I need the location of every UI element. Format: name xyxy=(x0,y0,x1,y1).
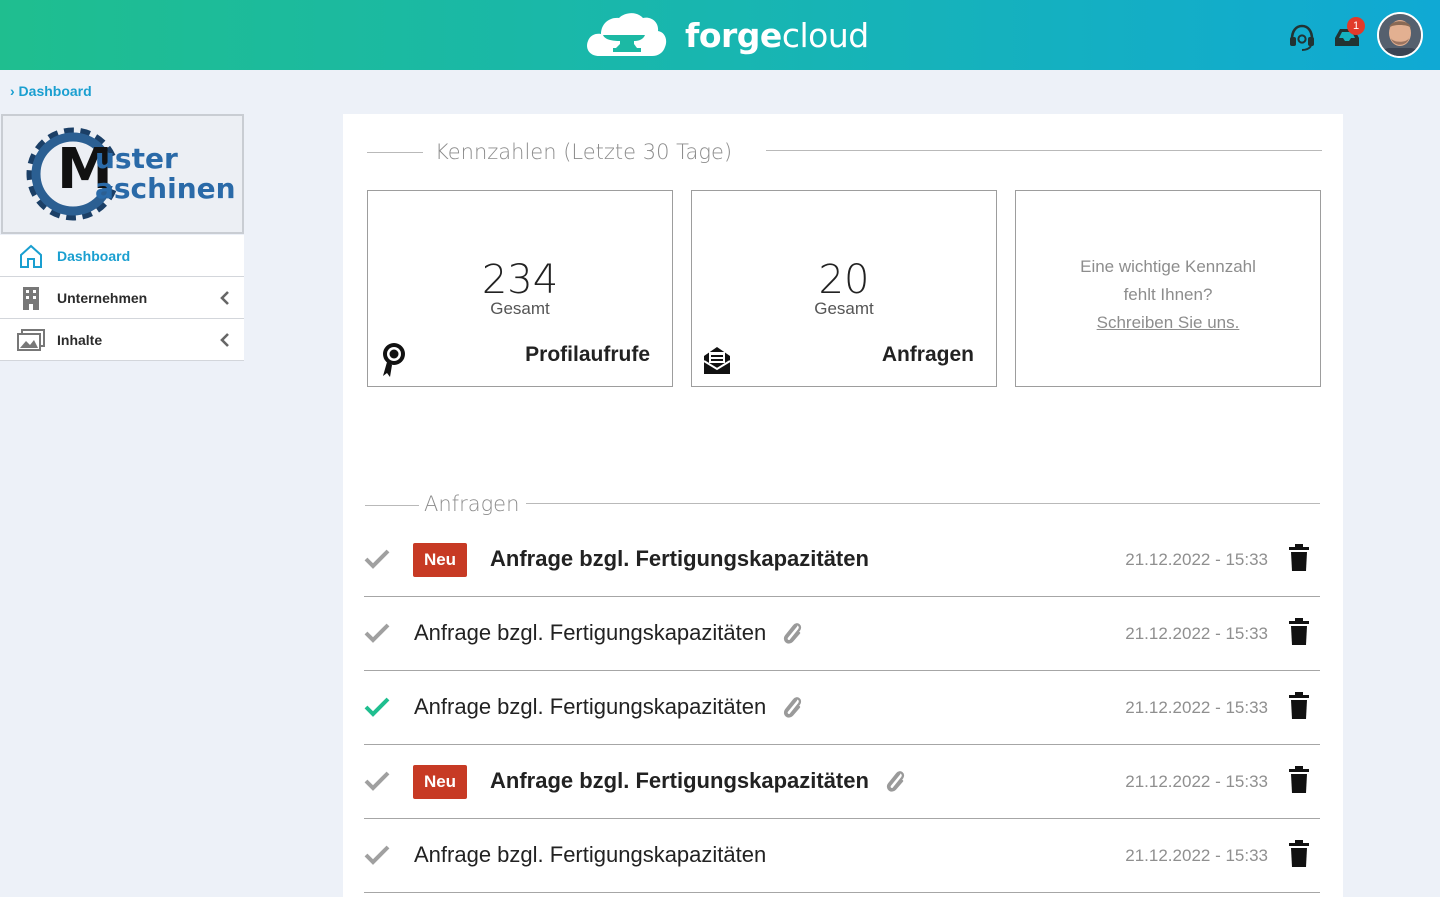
breadcrumb[interactable]: › Dashboard xyxy=(10,83,92,99)
request-row[interactable]: Anfrage bzgl. Fertigungskapazitäten 21.12… xyxy=(364,671,1320,745)
request-row[interactable]: Neu Anfrage bzgl. Fertigungskapazitäten 21… xyxy=(364,745,1320,819)
request-date: 21.12.2022 - 15:33 xyxy=(1125,550,1268,569)
main-panel: Kennzahlen (Letzte 30 Tage) 234 Gesamt P… xyxy=(343,114,1343,897)
missing-kpi-message: Eine wichtige Kennzahl fehlt Ihnen? Schr… xyxy=(1046,253,1290,337)
sidebar-item-unternehmen[interactable]: Unternehmen xyxy=(0,277,244,319)
request-title[interactable]: Anfrage bzgl. Fertigungskapazitäten xyxy=(490,546,869,572)
kpi-section-title: Kennzahlen (Letzte 30 Tage) xyxy=(435,140,733,164)
request-title[interactable]: Anfrage bzgl. Fertigungskapazitäten xyxy=(414,842,766,868)
award-icon xyxy=(378,342,408,378)
request-title[interactable]: Anfrage bzgl. Fertigungskapazitäten xyxy=(490,768,869,794)
missing-kpi-line1: Eine wichtige Kennzahl xyxy=(1080,257,1256,276)
sidebar-item-dashboard[interactable]: Dashboard xyxy=(0,235,244,277)
brand-name-light: cloud xyxy=(781,15,869,55)
check-icon[interactable] xyxy=(364,843,390,867)
request-date: 21.12.2022 - 15:33 xyxy=(1125,846,1268,865)
home-icon xyxy=(17,242,45,270)
divider xyxy=(526,503,1320,504)
brand-logo[interactable]: forgecloud xyxy=(585,10,869,60)
cloud-anvil-logo-icon xyxy=(587,13,667,56)
divider xyxy=(367,152,423,153)
chevron-left-icon[interactable] xyxy=(220,290,230,311)
check-read-icon[interactable] xyxy=(364,695,390,719)
request-date: 21.12.2022 - 15:33 xyxy=(1125,624,1268,643)
new-badge: Neu xyxy=(413,765,467,799)
request-row[interactable]: Neu Anfrage bzgl. Fertigungskapazitäten 21… xyxy=(364,523,1320,597)
contact-us-link[interactable]: Schreiben Sie uns. xyxy=(1097,313,1240,332)
request-title[interactable]: Anfrage bzgl. Fertigungskapazitäten xyxy=(414,620,766,646)
brand-name: forgecloud xyxy=(685,16,869,55)
divider xyxy=(766,150,1322,151)
paperclip-icon[interactable] xyxy=(780,693,804,721)
chevron-left-icon[interactable] xyxy=(220,332,230,353)
kpi-sub: Gesamt xyxy=(814,299,874,318)
kpi-card-missing: Eine wichtige Kennzahl fehlt Ihnen? Schr… xyxy=(1015,190,1321,387)
paperclip-icon[interactable] xyxy=(780,619,804,647)
trash-icon[interactable] xyxy=(1288,840,1310,868)
paperclip-icon[interactable] xyxy=(883,767,907,795)
kpi-value: 20 xyxy=(818,257,870,303)
request-row[interactable]: Anfrage bzgl. Fertigungskapazitäten 21.12… xyxy=(364,597,1320,671)
kpi-caption: Anfragen xyxy=(881,343,974,366)
headset-icon[interactable] xyxy=(1287,22,1317,52)
check-icon[interactable] xyxy=(364,547,390,571)
kpi-card-anfragen: 20 Gesamt Anfragen xyxy=(691,190,997,387)
sidebar-nav: Dashboard Unternehmen Inhalte xyxy=(0,235,244,361)
request-title[interactable]: Anfrage bzgl. Fertigungskapazitäten xyxy=(414,694,766,720)
missing-kpi-line2: fehlt Ihnen? xyxy=(1123,285,1213,304)
new-badge: Neu xyxy=(413,543,467,577)
sidebar-item-label: Inhalte xyxy=(57,331,103,348)
kpi-caption: Profilaufrufe xyxy=(525,343,650,366)
request-date: 21.12.2022 - 15:33 xyxy=(1125,772,1268,791)
sidebar-item-label: Unternehmen xyxy=(57,289,148,306)
trash-icon[interactable] xyxy=(1288,544,1310,572)
trash-icon[interactable] xyxy=(1288,766,1310,794)
notification-badge: 1 xyxy=(1347,17,1365,35)
brand-name-bold: forge xyxy=(685,15,782,55)
building-icon xyxy=(17,284,45,312)
check-icon[interactable] xyxy=(364,769,390,793)
envelope-open-icon xyxy=(702,342,732,378)
svg-text:uster: uster xyxy=(95,142,178,175)
images-icon xyxy=(17,326,45,354)
kpi-sub: Gesamt xyxy=(490,299,550,318)
trash-icon[interactable] xyxy=(1288,692,1310,720)
sidebar-item-label: Dashboard xyxy=(57,247,131,264)
request-row[interactable]: Anfrage bzgl. Fertigungskapazitäten 21.12… xyxy=(364,819,1320,893)
check-icon[interactable] xyxy=(364,621,390,645)
sidebar-item-inhalte[interactable]: Inhalte xyxy=(0,319,244,361)
request-date: 21.12.2022 - 15:33 xyxy=(1125,698,1268,717)
svg-text:aschinen: aschinen xyxy=(95,172,236,205)
avatar[interactable] xyxy=(1377,12,1423,58)
kpi-value: 234 xyxy=(481,257,559,303)
kpi-card-profilaufrufe: 234 Gesamt Profilaufrufe xyxy=(367,190,673,387)
top-bar: forgecloud 1 xyxy=(0,0,1440,70)
company-logo: M uster aschinen xyxy=(1,114,244,234)
trash-icon[interactable] xyxy=(1288,618,1310,646)
gear-logo-icon: M uster aschinen xyxy=(26,127,236,221)
divider xyxy=(365,505,419,506)
requests-section-title: Anfragen xyxy=(424,492,520,516)
